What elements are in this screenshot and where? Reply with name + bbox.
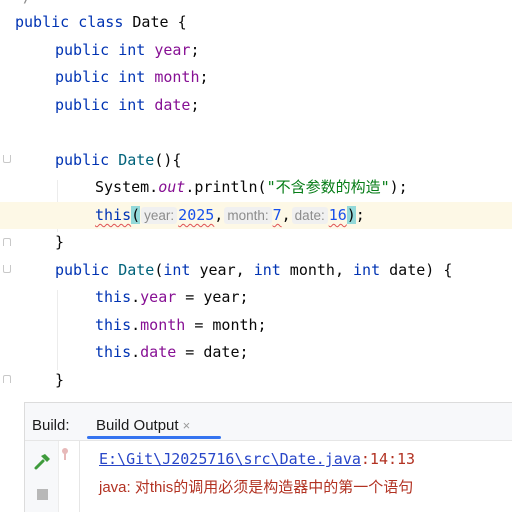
build-panel-title: Build: [32,417,70,434]
param-hint-date: date: [291,207,328,224]
code-line-field-date[interactable]: public int date; [0,92,512,119]
code-line-ctor2-decl[interactable]: public Date(int year, int month, int dat… [0,257,512,284]
close-icon[interactable]: × [183,418,191,433]
active-tab-indicator [87,436,221,439]
tab-build-output-label: Build Output [96,417,179,434]
error-tree-icon[interactable] [61,447,71,461]
code-line-println[interactable]: System.out.println("不含参数的构造"); [0,174,512,201]
code-line-field-year[interactable]: public int year; [0,37,512,64]
build-toolstrip [25,441,59,512]
this-call-error: this [95,206,132,224]
hammer-icon[interactable] [32,451,52,471]
code-line-assign-date[interactable]: this.date = date; [0,339,512,366]
param-hint-month: month: [224,207,272,224]
code-line-assign-month[interactable]: this.month = month; [0,312,512,339]
code-line-ctor1-decl[interactable]: public Date(){ [0,147,512,174]
code-line-this-call[interactable]: this(year: 2025, month: 7, date: 16); [0,202,512,229]
code-line-field-month[interactable]: public int month; [0,64,512,91]
build-output-location[interactable]: E:\Git\J2025716\src\Date.java:14:13 [99,449,415,469]
code-editor[interactable]: */ public class Date { public int year; … [0,0,512,402]
code-line-ctor2-close[interactable]: } [0,367,512,394]
build-tabbar: Build: Build Output × [25,403,512,441]
code-line-assign-year[interactable]: this.year = year; [0,284,512,311]
code-line-ctor1-close[interactable]: } [0,229,512,256]
param-hint-year: year: [141,207,178,224]
code-line-class-decl[interactable]: public class Date { [0,9,512,36]
build-tree[interactable] [60,441,80,512]
error-file-link[interactable]: E:\Git\J2025716\src\Date.java [99,450,361,468]
build-error-message: java: 对this的调用必须是构造器中的第一个语句 [99,479,414,496]
build-panel: Build: Build Output × E:\Git\J2025716\src… [24,402,512,512]
stop-icon[interactable] [37,489,48,500]
